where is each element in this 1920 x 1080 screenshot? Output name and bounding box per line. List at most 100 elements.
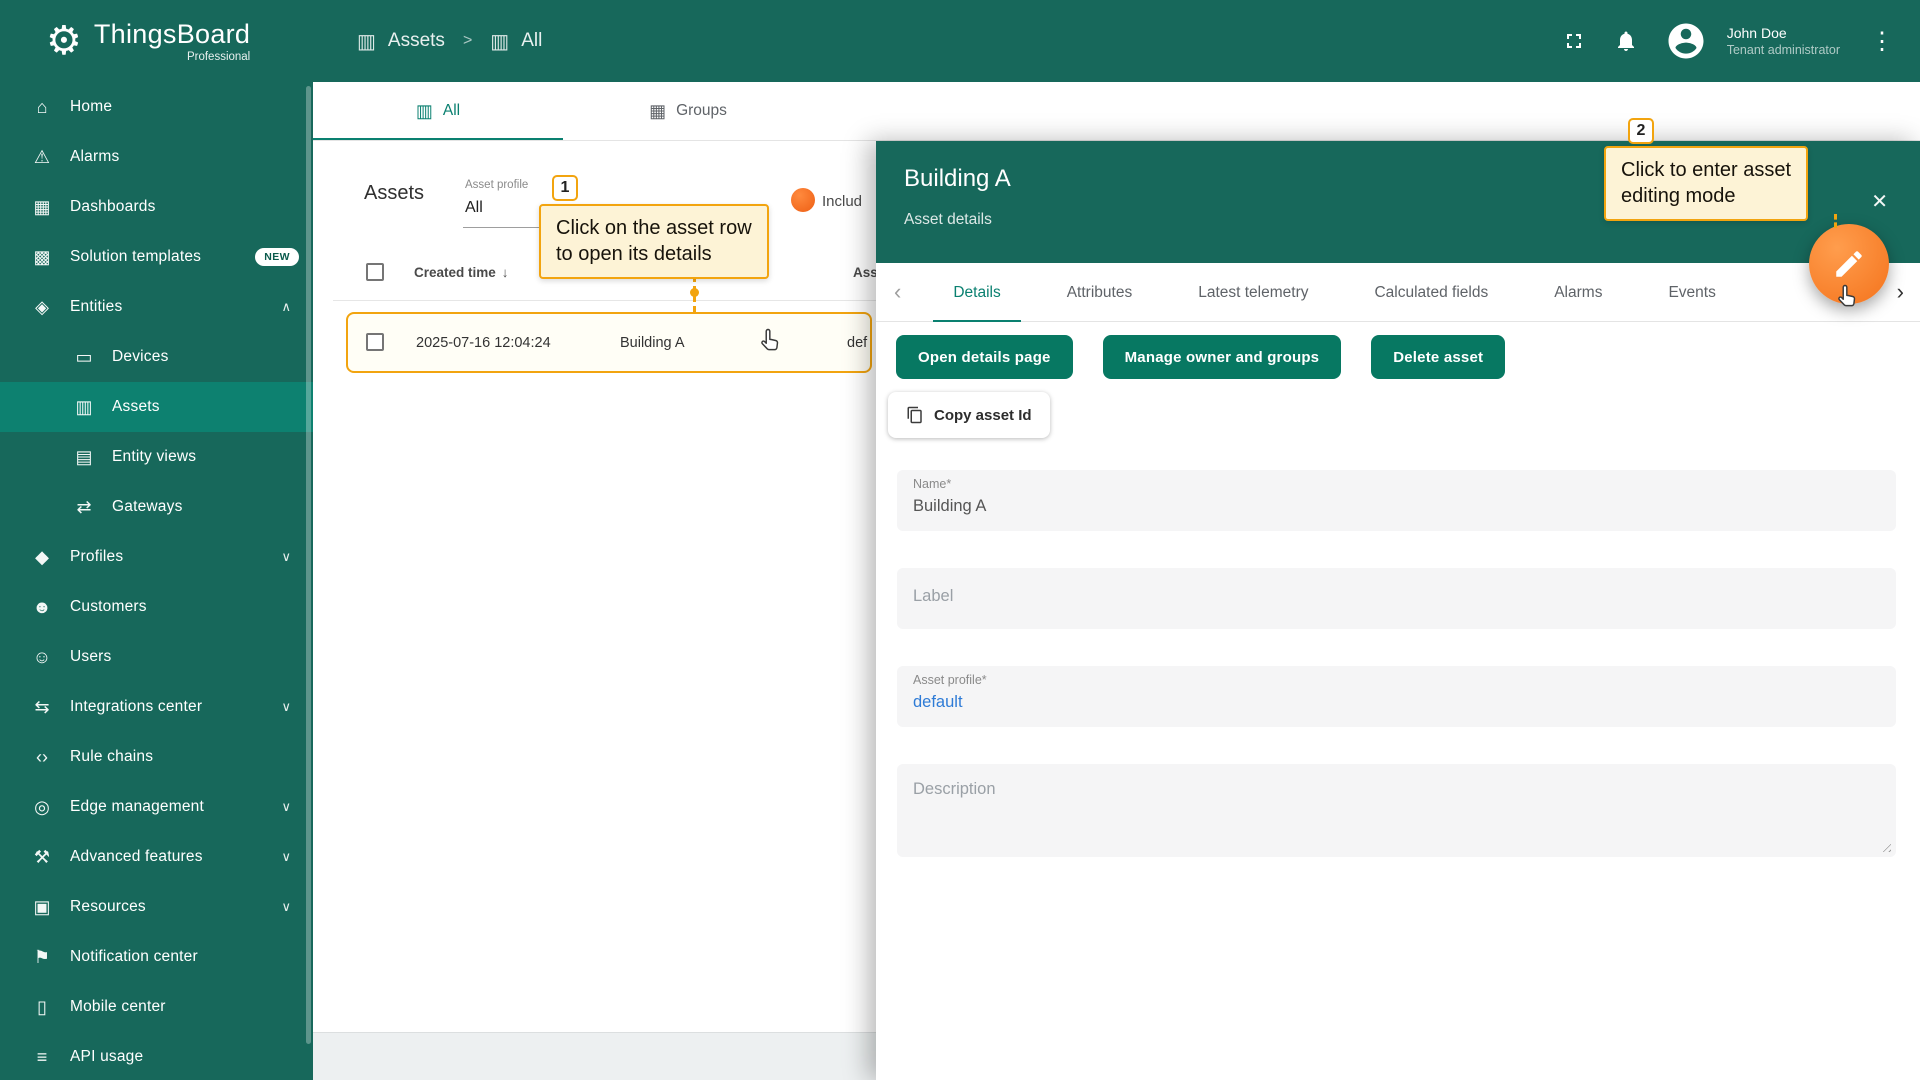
tab-attributes[interactable]: Attributes: [1047, 263, 1152, 322]
table-row[interactable]: 2025-07-16 12:04:24 Building A def: [346, 312, 872, 373]
chevron-down-icon: ∨: [281, 849, 299, 865]
sidebar-item-label: Entities: [70, 298, 122, 316]
tabs-scroll-right-icon[interactable]: ›: [1891, 279, 1910, 305]
sidebar-item-assets[interactable]: ▥ Assets: [0, 382, 313, 432]
profiles-icon: ◆: [30, 547, 54, 568]
column-header-created-time[interactable]: Created time ↓: [414, 265, 509, 280]
row-name: Building A: [620, 335, 685, 351]
home-icon: ⌂: [30, 97, 54, 118]
assets-icon: ▥: [72, 397, 96, 418]
delete-asset-button[interactable]: Delete asset: [1371, 335, 1505, 379]
sidebar-item-gateways[interactable]: ⇄ Gateways: [0, 482, 313, 532]
gateways-icon: ⇄: [72, 497, 96, 518]
sidebar-item-rule-chains[interactable]: ‹›Rule chains: [0, 732, 313, 782]
top-bar: ⚙ ThingsBoard Professional ▥ Assets > ▥ …: [0, 0, 1920, 82]
avatar[interactable]: [1665, 20, 1707, 62]
brand-name: ThingsBoard: [94, 19, 250, 50]
breadcrumb-assets[interactable]: Assets: [388, 30, 445, 52]
include-toggle[interactable]: [791, 188, 815, 212]
sidebar-scrollbar[interactable]: [306, 86, 311, 1044]
sidebar-item-edge-management[interactable]: ◎Edge management∨: [0, 782, 313, 832]
tabs-scroll-left-icon[interactable]: ‹: [888, 279, 907, 305]
tutorial-connector-dot: [690, 288, 699, 297]
sidebar-item-dashboards[interactable]: ▦Dashboards: [0, 182, 313, 232]
brand-subtitle: Professional: [187, 51, 250, 63]
tutorial-step-1-tooltip: Click on the asset row to open its detai…: [539, 204, 769, 279]
tab-alarms[interactable]: Alarms: [1534, 263, 1622, 322]
user-role: Tenant administrator: [1727, 42, 1840, 58]
sidebar-item-home[interactable]: ⌂ Home: [0, 82, 313, 132]
chevron-up-icon: ∧: [281, 299, 299, 315]
breadcrumb: ▥ Assets > ▥ All: [357, 29, 542, 54]
api-usage-icon: ≡: [30, 1047, 54, 1068]
select-all-checkbox[interactable]: [366, 263, 384, 281]
entities-icon: ◈: [30, 297, 54, 318]
chevron-down-icon: ∨: [281, 549, 299, 565]
row-asset-profile: def: [847, 335, 867, 351]
sidebar-item-advanced-features[interactable]: ⚒Advanced features∨: [0, 832, 313, 882]
sidebar-item-resources[interactable]: ▣Resources∨: [0, 882, 313, 932]
tab-events[interactable]: Events: [1648, 263, 1735, 322]
column-header-asset-profile[interactable]: Ass: [853, 265, 878, 280]
fullscreen-icon[interactable]: [1561, 28, 1587, 54]
tab-latest-telemetry[interactable]: Latest telemetry: [1178, 263, 1328, 322]
sidebar-item-label: Profiles: [70, 548, 123, 566]
all-breadcrumb-icon: ▥: [490, 29, 509, 54]
close-icon[interactable]: ✕: [1871, 189, 1888, 214]
sidebar-item-label: API usage: [70, 1048, 143, 1066]
sidebar-item-integrations-center[interactable]: ⇆Integrations center∨: [0, 682, 313, 732]
sidebar-item-mobile-center[interactable]: ▯ Mobile center: [0, 982, 313, 1032]
sidebar-item-entity-views[interactable]: ▤Entity views: [0, 432, 313, 482]
sidebar-item-alarms[interactable]: ⚠Alarms: [0, 132, 313, 182]
asset-profile-filter-value[interactable]: All: [465, 199, 483, 217]
open-details-page-button[interactable]: Open details page: [896, 335, 1073, 379]
solution-templates-icon: ▩: [30, 247, 54, 268]
entity-views-icon: ▤: [72, 447, 96, 468]
thingsboard-logo-icon: ⚙: [46, 21, 82, 61]
notification-center-icon: ⚑: [30, 947, 54, 968]
tab-groups[interactable]: ▦ Groups: [563, 82, 813, 140]
name-field[interactable]: Name* Building A: [897, 470, 1896, 531]
assets-breadcrumb-icon: ▥: [357, 29, 376, 54]
tab-calculated-fields[interactable]: Calculated fields: [1354, 263, 1508, 322]
edit-asset-fab[interactable]: [1809, 224, 1889, 304]
tab-all[interactable]: ▥ All: [313, 82, 563, 140]
new-badge: NEW: [255, 248, 299, 266]
sidebar-item-label: Mobile center: [70, 998, 166, 1016]
sidebar-item-label: Assets: [112, 398, 160, 416]
panel-title: Building A: [904, 165, 1011, 193]
sidebar-item-users[interactable]: ☺Users: [0, 632, 313, 682]
sidebar-item-devices[interactable]: ▭Devices: [0, 332, 313, 382]
sidebar-item-notification-center[interactable]: ⚑ Notification center: [0, 932, 313, 982]
sidebar-item-label: Home: [70, 98, 112, 116]
edit-pencil-icon: [1832, 247, 1866, 281]
panel-action-buttons: Open details page Manage owner and group…: [896, 335, 1505, 379]
row-checkbox[interactable]: [366, 333, 384, 351]
sidebar-item-customers[interactable]: ☻Customers: [0, 582, 313, 632]
label-field[interactable]: Label: [897, 568, 1896, 629]
bell-icon[interactable]: [1613, 28, 1639, 54]
manage-owner-groups-button[interactable]: Manage owner and groups: [1103, 335, 1342, 379]
tab-details[interactable]: Details: [933, 263, 1020, 322]
copy-asset-id-button[interactable]: Copy asset Id: [888, 392, 1050, 438]
sidebar-item-label: Gateways: [112, 498, 183, 516]
description-field-placeholder: Description: [913, 780, 996, 799]
asset-profile-field[interactable]: Asset profile* default: [897, 666, 1896, 727]
dashboards-icon: ▦: [30, 197, 54, 218]
panel-tabs: ‹ Details Attributes Latest telemetry Ca…: [876, 263, 1920, 322]
sidebar-item-solution-templates[interactable]: ▩Solution templatesNEW: [0, 232, 313, 282]
include-toggle-label: Includ: [822, 193, 862, 210]
resize-handle-icon[interactable]: [1879, 840, 1891, 852]
devices-icon: ▭: [72, 347, 96, 368]
mobile-center-icon: ▯: [30, 997, 54, 1018]
description-field[interactable]: Description: [897, 764, 1896, 857]
sidebar-item-entities[interactable]: ◈ Entities ∧: [0, 282, 313, 332]
breadcrumb-all[interactable]: All: [521, 30, 542, 52]
customers-icon: ☻: [30, 597, 54, 618]
user-name: John Doe: [1727, 24, 1840, 42]
sidebar-item-profiles[interactable]: ◆ Profiles ∨: [0, 532, 313, 582]
asset-profile-field-value[interactable]: default: [913, 693, 963, 712]
more-menu-icon[interactable]: ⋮: [1866, 27, 1898, 56]
sidebar-item-api-usage[interactable]: ≡ API usage: [0, 1032, 313, 1080]
sidebar-item-label: Notification center: [70, 948, 198, 966]
